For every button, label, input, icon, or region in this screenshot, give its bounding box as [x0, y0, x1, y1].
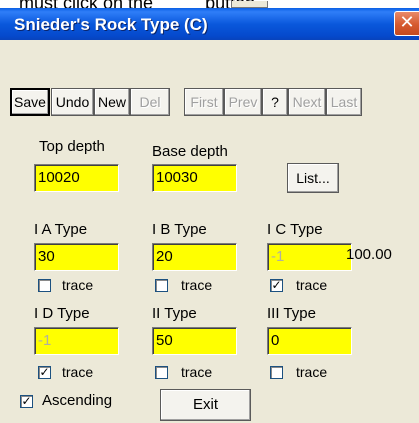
- new-button[interactable]: New: [94, 88, 130, 116]
- type-ic-label: I C Type: [267, 221, 323, 238]
- type-ib-trace-label: trace: [181, 277, 213, 293]
- type-ib-input[interactable]: 20: [152, 243, 237, 271]
- ascending-checkbox[interactable]: ✓: [20, 395, 33, 408]
- type-id-trace-checkbox[interactable]: ✓: [38, 366, 51, 379]
- save-button[interactable]: Save: [10, 88, 50, 116]
- type-iii-label: III Type: [267, 305, 316, 322]
- delete-button[interactable]: Del: [130, 88, 170, 116]
- first-button[interactable]: First: [184, 88, 224, 116]
- type-ia-trace-label: trace: [62, 277, 94, 293]
- last-button[interactable]: Last: [326, 88, 362, 116]
- top-depth-input[interactable]: 10020: [34, 164, 119, 192]
- type-ic-trace-label: trace: [296, 277, 328, 293]
- type-ic-input[interactable]: -1: [267, 243, 352, 271]
- type-ia-trace-checkbox[interactable]: [38, 279, 51, 292]
- type-ia-label: I A Type: [34, 221, 88, 238]
- type-iii-input[interactable]: 0: [267, 327, 352, 355]
- ascending-label: Ascending: [42, 392, 113, 409]
- type-ib-trace-checkbox[interactable]: [155, 279, 168, 292]
- type-iii-trace-checkbox[interactable]: [270, 366, 283, 379]
- next-button[interactable]: Next: [288, 88, 326, 116]
- type-ii-trace-checkbox[interactable]: [155, 366, 168, 379]
- type-id-input[interactable]: -1: [34, 327, 119, 355]
- document-inline-button-icon: [231, 1, 268, 8]
- type-ic-trace-checkbox[interactable]: ✓: [270, 279, 283, 292]
- type-ii-trace-label: trace: [181, 364, 213, 380]
- close-button[interactable]: ✕: [394, 11, 419, 36]
- list-button[interactable]: List...: [287, 163, 339, 193]
- exit-button[interactable]: Exit: [160, 389, 251, 421]
- title-bar[interactable]: Snieder's Rock Type (C) ✕: [0, 8, 419, 40]
- window-title: Snieder's Rock Type (C): [14, 15, 208, 34]
- type-ib-label: I B Type: [152, 221, 207, 238]
- prev-button[interactable]: Prev: [224, 88, 262, 116]
- type-ii-label: II Type: [152, 305, 197, 322]
- base-depth-input[interactable]: 10030: [152, 164, 237, 192]
- undo-button[interactable]: Undo: [51, 88, 94, 116]
- type-id-label: I D Type: [34, 305, 90, 322]
- rock-type-dialog: Snieder's Rock Type (C) ✕ Save Undo New …: [0, 8, 419, 423]
- help-button[interactable]: ?: [262, 88, 288, 116]
- close-icon: ✕: [399, 12, 415, 33]
- top-depth-label: Top depth: [39, 138, 105, 155]
- type-total-value: 100.00: [346, 246, 392, 263]
- type-id-trace-label: trace: [62, 364, 94, 380]
- base-depth-label: Base depth: [152, 143, 228, 160]
- type-ia-input[interactable]: 30: [34, 243, 119, 271]
- type-ii-input[interactable]: 50: [152, 327, 237, 355]
- type-iii-trace-label: trace: [296, 364, 328, 380]
